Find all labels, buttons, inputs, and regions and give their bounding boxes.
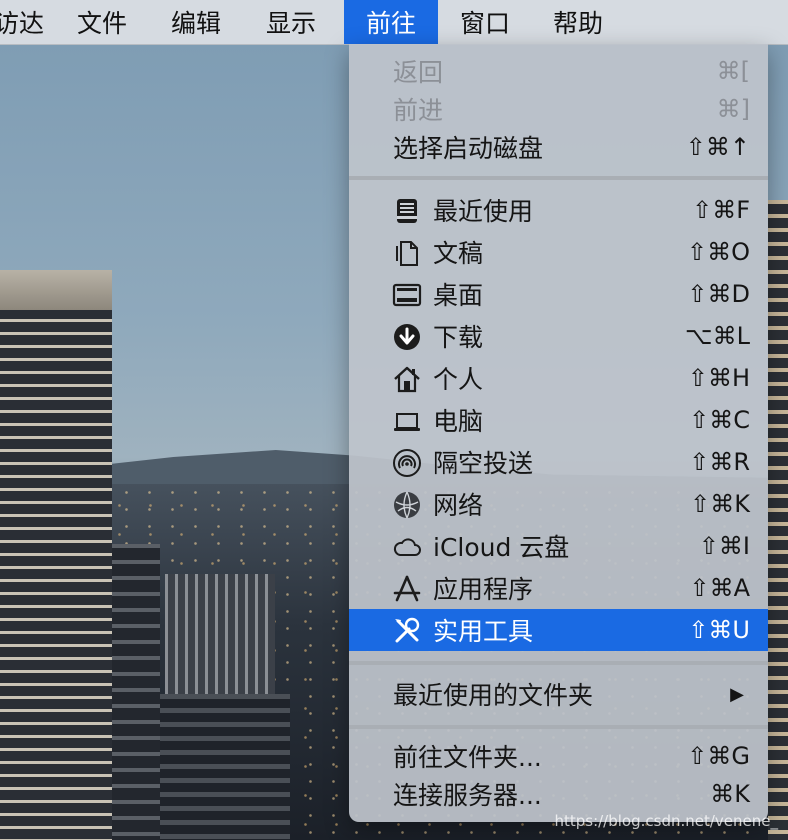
menu-item-label: 连接服务器... — [393, 781, 542, 810]
menu-item-label: 电脑 — [433, 407, 484, 436]
menu-separator — [349, 176, 768, 180]
menu-item-label: 前进 — [393, 96, 444, 125]
menu-item-label: 应用程序 — [433, 575, 534, 604]
go-menu: 返回 ⌘[ 前进 ⌘] 选择启动磁盘 ⇧⌘↑ 最近使用 ⇧⌘F 文稿 ⇧⌘O 桌… — [349, 44, 768, 822]
menu-bar: 访达 文件 编辑 显示 前往 窗口 帮助 — [0, 0, 788, 45]
desktop-icon — [391, 279, 423, 311]
menu-item-label: 返回 — [393, 58, 444, 87]
wallpaper-building — [768, 200, 788, 840]
menu-item-utilities[interactable]: 实用工具 ⇧⌘U — [349, 609, 768, 651]
applications-icon — [391, 573, 423, 605]
menu-item-shortcut: ⇧⌘D — [687, 280, 750, 308]
menu-item-recents[interactable]: 最近使用 ⇧⌘F — [349, 189, 768, 231]
menu-item-label: 选择启动磁盘 — [393, 134, 544, 163]
recents-icon — [391, 195, 423, 227]
menu-item-label: 网络 — [433, 491, 484, 520]
menu-item-label: 实用工具 — [433, 617, 534, 646]
menu-item-airdrop[interactable]: 隔空投送 ⇧⌘R — [349, 441, 768, 483]
menu-item-desktop[interactable]: 桌面 ⇧⌘D — [349, 273, 768, 315]
menu-item-shortcut: ⇧⌘O — [687, 238, 750, 266]
menu-item-label: 最近使用的文件夹 — [393, 681, 594, 710]
menu-item-shortcut: ⇧⌘C — [689, 406, 750, 434]
menu-item-shortcut: ⌥⌘L — [684, 322, 750, 350]
home-icon — [391, 363, 423, 395]
menu-item-back[interactable]: 返回 ⌘[ — [349, 50, 768, 92]
laptop-icon — [391, 405, 423, 437]
menubar-view[interactable]: 显示 — [238, 0, 344, 44]
menu-item-connect-server[interactable]: 连接服务器... ⌘K — [349, 773, 768, 815]
menu-item-computer[interactable]: 电脑 ⇧⌘C — [349, 399, 768, 441]
menu-separator — [349, 725, 768, 729]
download-icon — [391, 321, 423, 353]
menu-item-label: 桌面 — [433, 281, 484, 310]
network-icon — [391, 489, 423, 521]
menu-item-label: 个人 — [433, 365, 484, 394]
airdrop-icon — [391, 447, 423, 479]
menu-item-applications[interactable]: 应用程序 ⇧⌘A — [349, 567, 768, 609]
menu-item-icloud-drive[interactable]: iCloud 云盘 ⇧⌘I — [349, 525, 768, 567]
menu-item-downloads[interactable]: 下载 ⌥⌘L — [349, 315, 768, 357]
menu-item-shortcut: ⇧⌘R — [689, 448, 750, 476]
menu-item-shortcut: ⇧⌘F — [692, 196, 750, 224]
menu-item-label: iCloud 云盘 — [433, 533, 570, 562]
menubar-help[interactable]: 帮助 — [532, 0, 624, 44]
menu-item-network[interactable]: 网络 ⇧⌘K — [349, 483, 768, 525]
menu-item-go-to-folder[interactable]: 前往文件夹... ⇧⌘G — [349, 735, 768, 777]
menubar-finder[interactable]: 访达 — [0, 0, 50, 44]
menu-item-label: 隔空投送 — [433, 449, 534, 478]
menubar-edit[interactable]: 编辑 — [154, 0, 238, 44]
menu-item-home[interactable]: 个人 ⇧⌘H — [349, 357, 768, 399]
menu-item-label: 下载 — [433, 323, 484, 352]
menu-item-shortcut: ⌘K — [710, 780, 750, 808]
menu-item-shortcut: ⇧⌘I — [698, 532, 750, 560]
menu-item-documents[interactable]: 文稿 ⇧⌘O — [349, 231, 768, 273]
menu-item-shortcut: ⇧⌘K — [690, 490, 750, 518]
menu-item-shortcut: ⌘] — [716, 95, 750, 123]
menu-item-label: 最近使用 — [433, 197, 534, 226]
menu-item-label: 文稿 — [433, 239, 484, 268]
menu-item-shortcut: ⌘[ — [716, 57, 750, 85]
menu-item-shortcut: ⇧⌘H — [687, 364, 750, 392]
menubar-file[interactable]: 文件 — [50, 0, 154, 44]
menu-item-label: 前往文件夹... — [393, 743, 542, 772]
menu-item-shortcut: ⇧⌘G — [687, 742, 750, 770]
utilities-icon — [391, 615, 423, 647]
submenu-arrow-icon: ▶ — [730, 683, 744, 705]
icloud-icon — [391, 531, 423, 563]
wallpaper-building — [0, 270, 112, 840]
wallpaper-building — [160, 694, 290, 840]
menu-item-startup-disk[interactable]: 选择启动磁盘 ⇧⌘↑ — [349, 126, 768, 168]
menu-item-shortcut: ⇧⌘A — [689, 574, 750, 602]
menu-item-shortcut: ⇧⌘↑ — [685, 133, 750, 161]
menubar-window[interactable]: 窗口 — [438, 0, 532, 44]
watermark: https://blog.csdn.net/venene_ — [554, 812, 778, 830]
menu-separator — [349, 661, 768, 665]
menu-item-recent-folders[interactable]: 最近使用的文件夹 ▶ — [349, 673, 768, 715]
menu-item-shortcut: ⇧⌘U — [688, 616, 750, 644]
menubar-go[interactable]: 前往 — [344, 0, 438, 44]
menu-item-forward[interactable]: 前进 ⌘] — [349, 88, 768, 130]
document-icon — [391, 237, 423, 269]
